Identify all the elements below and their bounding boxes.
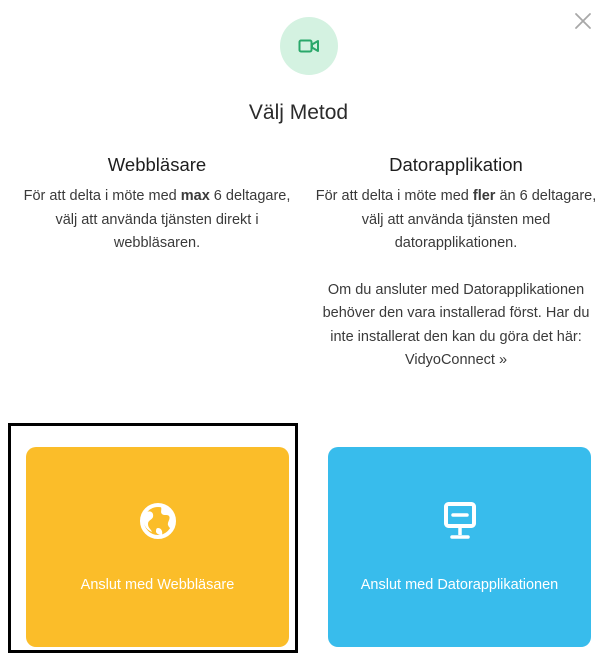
close-icon (575, 13, 591, 29)
video-camera-icon (298, 39, 319, 53)
connect-web-button[interactable]: Anslut med Webbläsare (26, 447, 289, 647)
desktop-monitor-icon (443, 502, 476, 539)
connect-app-button[interactable]: Anslut med Datorapplikationen (328, 447, 591, 647)
web-heading: Webbläsare (107, 154, 207, 175)
connect-web-label: Anslut med Webbläsare (80, 577, 235, 593)
dialog-title: Välj Metod (248, 101, 349, 124)
close-button[interactable] (570, 8, 596, 34)
globe-icon (139, 503, 176, 539)
app-option-column: Datorapplikation För att delta i möte me… (311, 154, 597, 373)
video-badge (280, 17, 338, 75)
web-description: För att delta i möte med max 6 deltagare… (23, 188, 291, 251)
app-heading: Datorapplikation (389, 154, 523, 175)
app-description: För att delta i möte med fler än 6 delta… (315, 188, 597, 251)
app-install-note: Om du ansluter med Datorapplikationen be… (322, 281, 590, 369)
connect-app-label: Anslut med Datorapplikationen (360, 577, 559, 593)
web-option-column: Webbläsare För att delta i möte med max … (12, 154, 302, 256)
